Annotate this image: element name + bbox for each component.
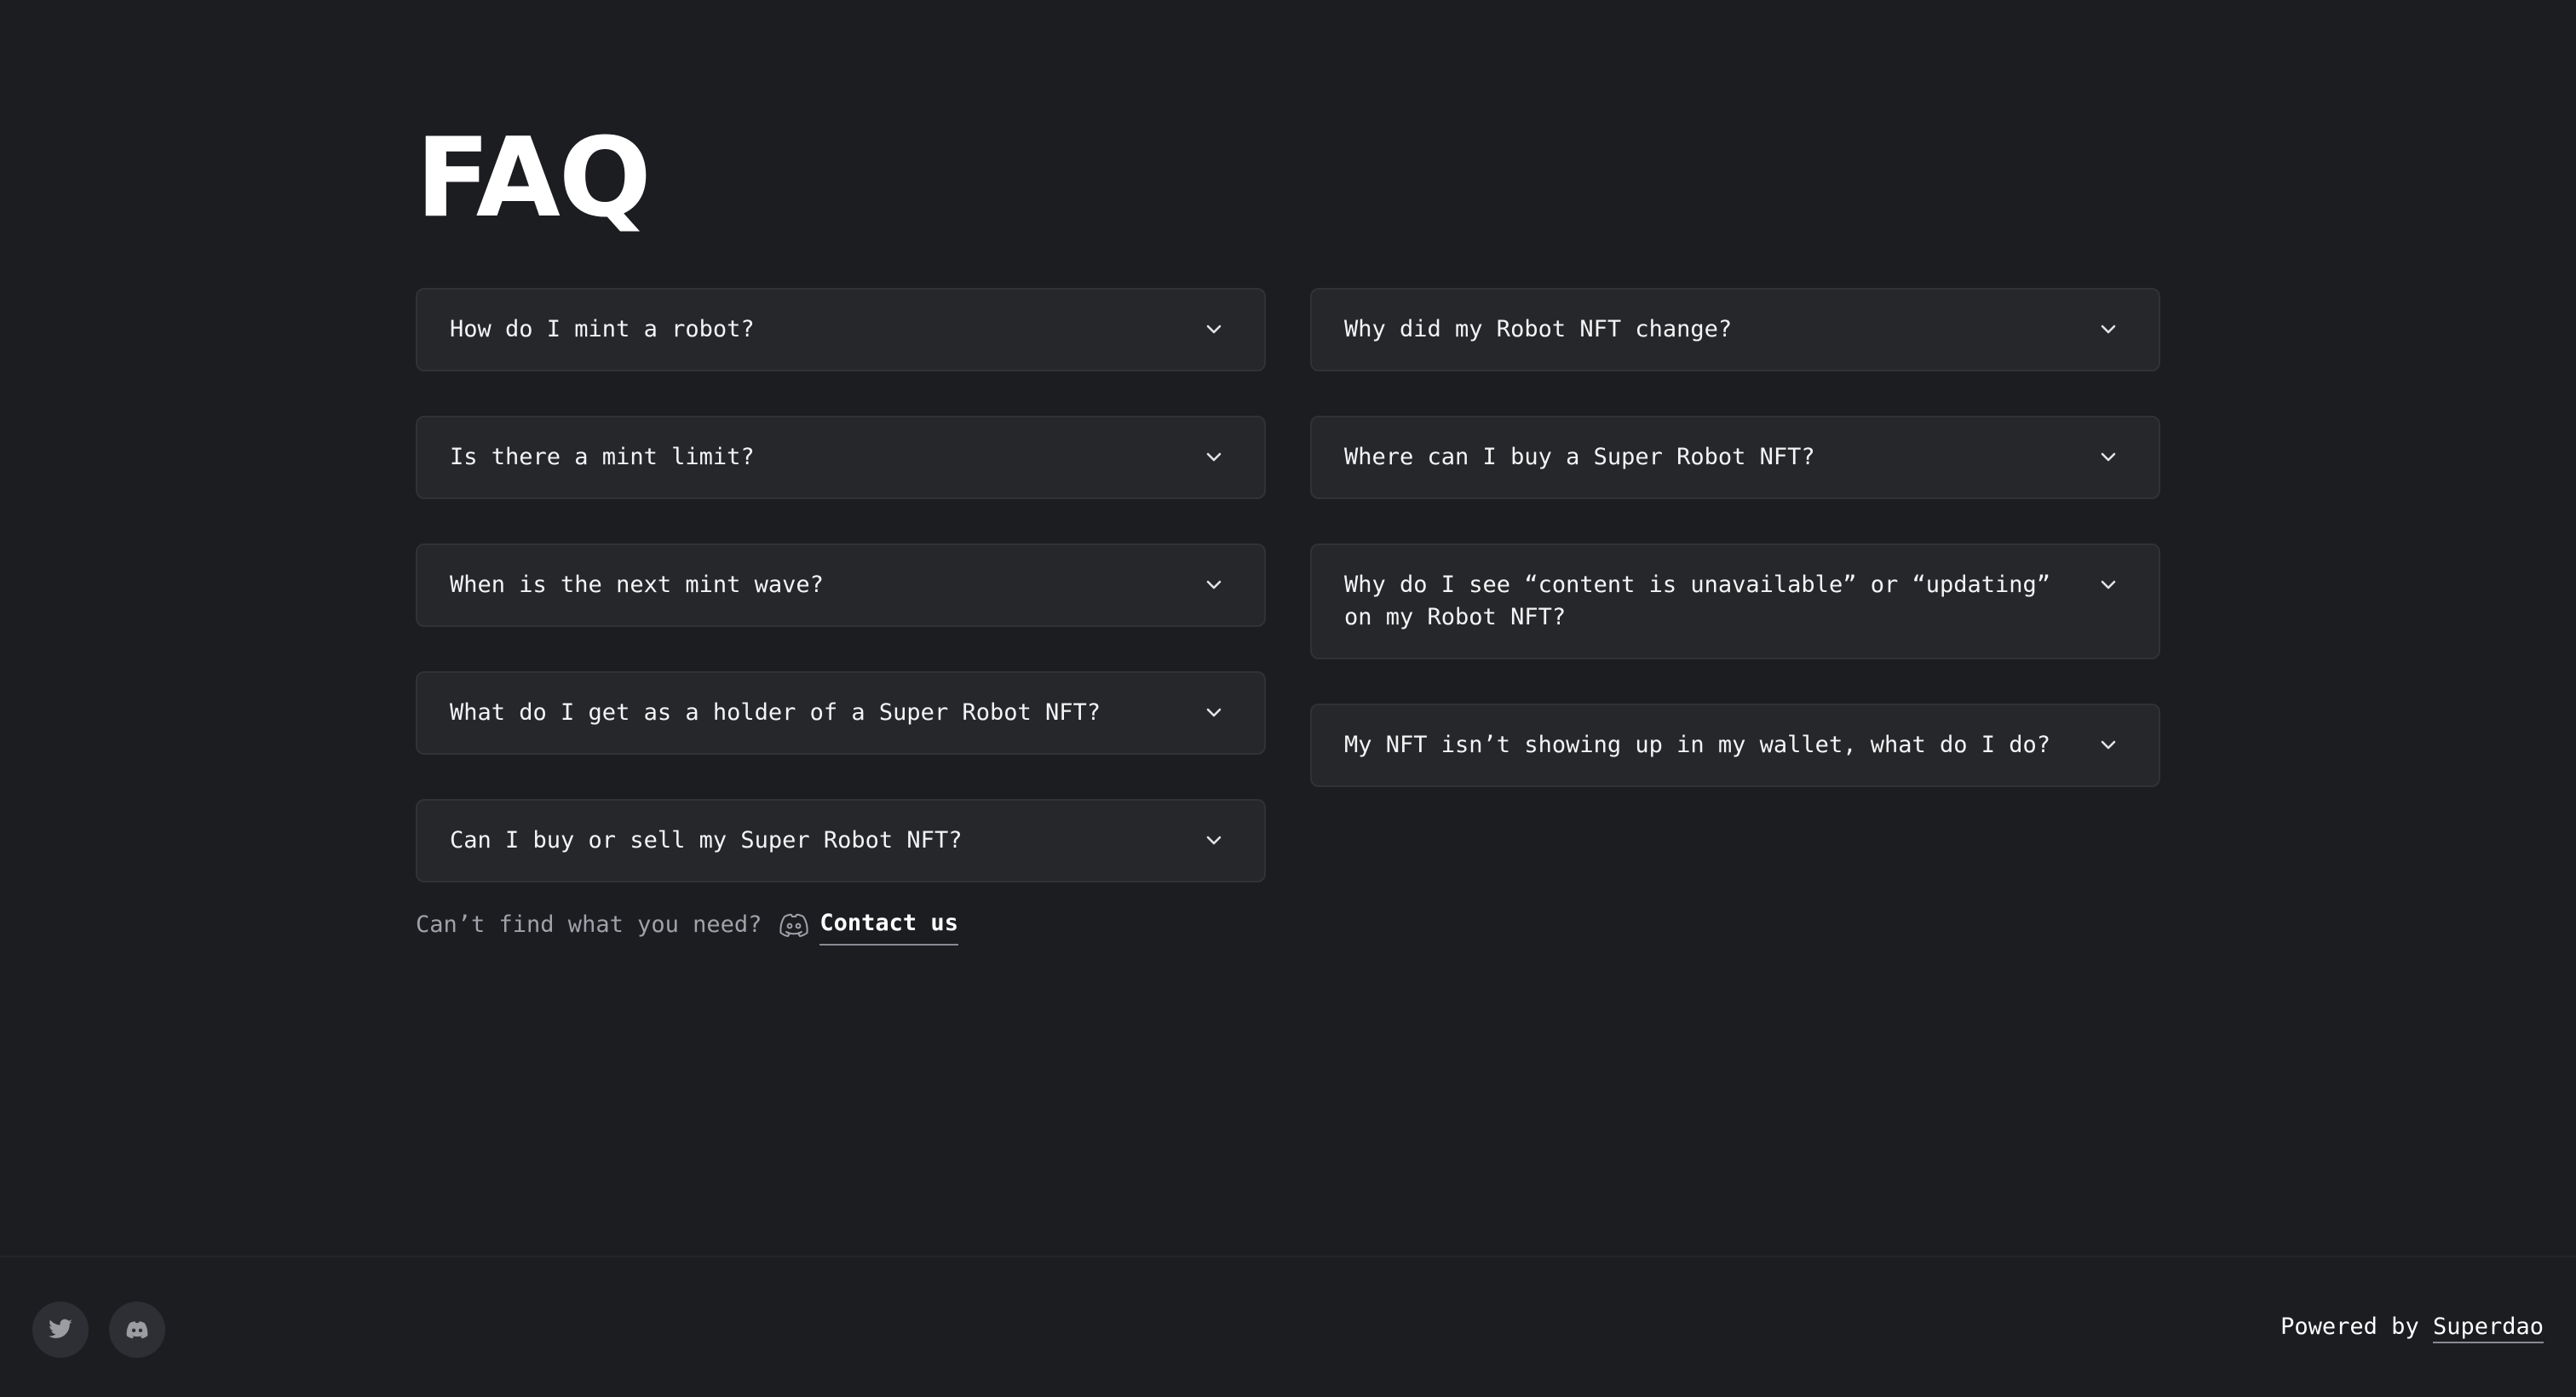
chevron-down-icon [1201,700,1227,726]
faq-question: Why did my Robot NFT change? [1344,316,1733,342]
chevron-down-icon [2096,733,2121,758]
chevron-down-icon [2096,572,2121,598]
faq-question: Can I buy or sell my Super Robot NFT? [450,827,963,854]
faq-question: How do I mint a robot? [450,316,755,342]
powered-by-prefix: Powered by [2280,1314,2433,1340]
faq-question: What do I get as a holder of a Super Rob… [450,699,1101,726]
faq-question: Why do I see “content is unavailable” or… [1344,572,2051,630]
faq-question: Is there a mint limit? [450,444,755,470]
chevron-down-icon [1201,828,1227,854]
faq-item-mint-limit[interactable]: Is there a mint limit? [416,416,1266,499]
contact-row: Can’t find what you need? Contact us [416,905,958,946]
faq-item-next-mint-wave[interactable]: When is the next mint wave? [416,543,1266,627]
faq-item-wallet-missing[interactable]: My NFT isn’t showing up in my wallet, wh… [1310,704,2160,787]
twitter-icon [48,1319,73,1341]
contact-prompt: Can’t find what you need? [416,911,762,938]
chevron-down-icon [1201,445,1227,470]
footer: Powered by Superdao [0,1256,2576,1397]
discord-icon [777,908,811,942]
faq-item-buy-sell[interactable]: Can I buy or sell my Super Robot NFT? [416,799,1266,882]
faq-item-where-to-buy[interactable]: Where can I buy a Super Robot NFT? [1310,416,2160,499]
contact-us-link[interactable]: Contact us [819,905,958,946]
chevron-down-icon [2096,317,2121,342]
faq-item-holder-benefits[interactable]: What do I get as a holder of a Super Rob… [416,671,1266,755]
twitter-button[interactable] [32,1302,89,1358]
powered-by: Powered by Superdao [2280,1310,2544,1344]
discord-button[interactable] [109,1302,165,1358]
faq-question: Where can I buy a Super Robot NFT? [1344,444,1815,470]
faq-page: FAQ How do I mint a robot? Is there a mi… [0,0,2576,1397]
faq-question: When is the next mint wave? [450,572,824,598]
faq-question: My NFT isn’t showing up in my wallet, wh… [1344,732,2051,758]
chevron-down-icon [2096,445,2121,470]
faq-item-nft-changed[interactable]: Why did my Robot NFT change? [1310,288,2160,371]
chevron-down-icon [1201,317,1227,342]
faq-item-content-unavailable[interactable]: Why do I see “content is unavailable” or… [1310,543,2160,659]
faq-item-mint-robot[interactable]: How do I mint a robot? [416,288,1266,371]
chevron-down-icon [1201,572,1227,598]
page-title: FAQ [416,115,652,242]
discord-icon [124,1319,150,1340]
superdao-link[interactable]: Superdao [2432,1314,2544,1343]
faq-column-right: Why did my Robot NFT change? Where can I… [1310,288,2160,831]
faq-column-left: How do I mint a robot? Is there a mint l… [416,288,1266,927]
